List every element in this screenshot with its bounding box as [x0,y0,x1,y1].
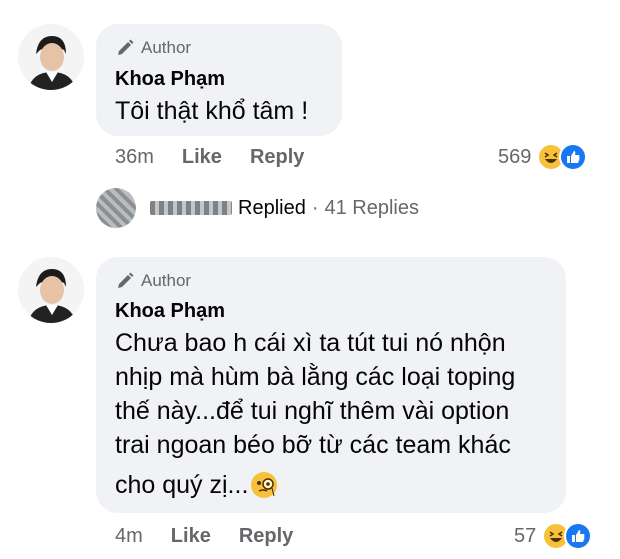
comment-text-line: nhịp mà hùm bà lằng các loại toping [115,363,516,391]
reaction-count: 57 [514,524,537,547]
comment-text: Tôi thật khổ tâm ! [115,97,309,125]
author-badge: Author [115,271,191,291]
comment-actions: 36m Like Reply [115,146,304,169]
comment-text-line: thế này...để tui nghĩ thêm vài option [115,397,510,425]
author-badge-label: Author [141,38,192,57]
comment-text-line: Chưa bao h cái xì ta tút tui nó nhộn [115,329,506,357]
replier-name-blurred [150,201,232,215]
reaction-summary[interactable]: 57 [514,521,594,551]
comment-text-last: cho quý zị... [115,471,249,499]
replies-count: 41 Replies [324,196,420,219]
commenter-name[interactable]: Khoa Phạm [115,300,225,323]
comment-time[interactable]: 4m [115,525,143,548]
comment-time[interactable]: 36m [115,146,154,169]
comment-text-line: trai ngoan béo bỡ từ các team khác [115,431,511,459]
comment-text-line: cho quý zị... [115,468,278,502]
like-button[interactable]: Like [171,525,211,548]
comment-actions: 4m Like Reply [115,525,293,548]
reply-button[interactable]: Reply [239,525,293,548]
pen-icon [118,272,134,288]
separator-dot: · [311,196,319,219]
like-button[interactable]: Like [182,146,222,169]
author-badge-label: Author [141,271,192,290]
replied-label: Replied [238,196,306,219]
pen-icon [118,39,134,55]
commenter-avatar[interactable] [18,257,84,323]
reaction-summary[interactable]: 569 [498,142,589,172]
replier-avatar [96,188,136,228]
commenter-avatar[interactable] [18,24,84,90]
reaction-count: 569 [498,145,532,168]
view-replies-link[interactable]: Replied · 41 Replies [96,188,419,228]
like-emoji-icon [564,522,593,550]
monocle-emoji-icon [251,472,278,498]
author-badge: Author [115,38,191,58]
reply-button[interactable]: Reply [250,146,304,169]
like-emoji-icon [559,143,588,171]
commenter-name[interactable]: Khoa Phạm [115,68,225,91]
